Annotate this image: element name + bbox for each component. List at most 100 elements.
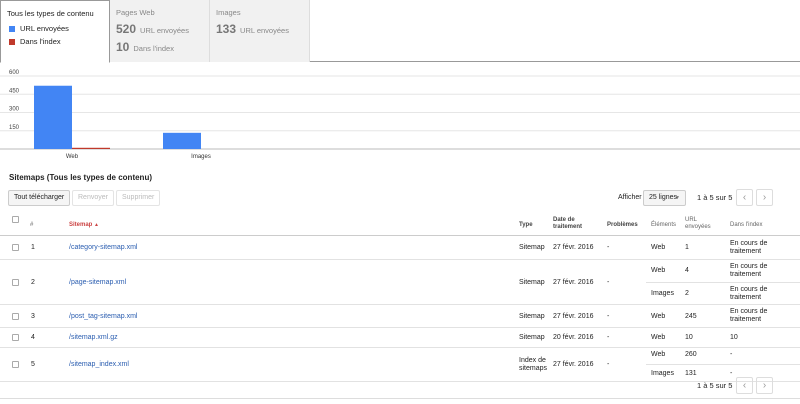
row-in-index: En cours de traitement: [730, 240, 768, 255]
metric-label: URL envoyées: [140, 26, 189, 35]
select-all-checkbox[interactable]: [12, 216, 19, 223]
row-in-index: -: [730, 351, 733, 358]
sub-row-divider: [646, 364, 800, 365]
sitemap-link[interactable]: /post_tag-sitemap.xml: [69, 313, 137, 321]
table-row: 2 /page-sitemap.xml Sitemap 27 févr. 201…: [0, 260, 800, 305]
delete-button[interactable]: Supprimer: [116, 190, 161, 206]
row-type: Sitemap: [519, 334, 545, 341]
next-page-button-bottom[interactable]: ›: [756, 377, 773, 394]
content-type-tabs: Tous les types de contenu URL envoyées D…: [0, 0, 800, 63]
chevron-left-icon: ‹: [742, 192, 747, 203]
chevron-right-icon: ›: [762, 192, 767, 203]
row-checkbox[interactable]: [12, 361, 19, 368]
row-url-sent: 4: [685, 267, 689, 274]
row-url-sent: 260: [685, 351, 697, 358]
legend-swatch-blue: [9, 25, 15, 32]
prev-page-button[interactable]: ‹: [736, 189, 753, 206]
row-checkbox[interactable]: [12, 279, 19, 286]
row-element: Web: [651, 351, 666, 358]
row-type: Index de sitemaps: [519, 357, 548, 372]
metric-value: 10: [116, 40, 130, 54]
images-sent-metric: 133 URL envoyées: [216, 22, 289, 36]
metric-label: Dans l'index: [133, 44, 174, 53]
sitemap-bar-chart: 600 450 300 150 Web Images: [0, 68, 800, 168]
sitemap-link[interactable]: /sitemap_index.xml: [69, 361, 129, 369]
table-row: 5 /sitemap_index.xml Index de sitemaps 2…: [0, 348, 800, 382]
metric-value: 133: [216, 22, 237, 36]
row-checkbox[interactable]: [12, 313, 19, 320]
row-in-index: 10: [730, 334, 738, 341]
show-label: Afficher: [618, 194, 642, 201]
y-tick-label: 450: [9, 88, 20, 94]
tab-web-pages[interactable]: Pages Web 520 URL envoyées 10 Dans l'ind…: [110, 0, 210, 62]
y-tick-label: 300: [9, 107, 20, 113]
legend-label: URL envoyées: [20, 24, 69, 33]
row-url-sent: 131: [685, 370, 697, 377]
chevron-down-icon: ▼: [675, 195, 680, 201]
prev-page-button-bottom[interactable]: ‹: [736, 377, 753, 394]
row-element: Web: [651, 267, 666, 274]
bar-web-index: [72, 147, 110, 149]
row-url-sent: 2: [685, 290, 689, 297]
row-date: 20 févr. 2016: [553, 334, 594, 341]
resend-button[interactable]: Renvoyer: [72, 190, 114, 206]
tab-images-title: Images: [216, 8, 241, 17]
web-index-metric: 10 Dans l'index: [116, 40, 174, 54]
next-page-button[interactable]: ›: [756, 189, 773, 206]
chevron-right-icon: ›: [762, 380, 767, 391]
row-in-index: -: [730, 370, 733, 377]
header-num: #: [30, 222, 34, 228]
row-element: Web: [651, 244, 666, 251]
sort-sitemap-link[interactable]: Sitemap: [69, 222, 92, 228]
tab-web-title: Pages Web: [116, 8, 155, 17]
row-checkbox[interactable]: [12, 244, 19, 251]
table-row: 3 /post_tag-sitemap.xml Sitemap 27 févr.…: [0, 305, 800, 328]
y-tick-label: 150: [9, 125, 20, 131]
x-tick-label: Web: [66, 154, 79, 160]
row-num: 1: [31, 244, 35, 251]
metric-value: 520: [116, 22, 137, 36]
header-date: Date de traitement: [553, 217, 583, 230]
row-num: 2: [31, 279, 35, 286]
row-element: Web: [651, 334, 666, 341]
section-title: Sitemaps (Tous les types de contenu): [9, 173, 152, 182]
sitemap-link[interactable]: /category-sitemap.xml: [69, 244, 137, 252]
table-header: # Sitemap ▲ Type Date de traitement Prob…: [0, 212, 800, 236]
tab-all-title: Tous les types de contenu: [7, 9, 94, 18]
row-element: Images: [651, 290, 674, 297]
row-in-index: En cours de traitement: [730, 286, 768, 301]
legend-url-sent: URL envoyées: [9, 24, 69, 33]
bar-web-sent: [34, 85, 72, 149]
tab-images[interactable]: Images 133 URL envoyées: [210, 0, 310, 62]
row-url-sent: 1: [685, 244, 689, 251]
row-problems: -: [607, 279, 610, 286]
row-element: Web: [651, 313, 666, 320]
table-row: 4 /sitemap.xml.gz Sitemap 20 févr. 2016 …: [0, 328, 800, 348]
row-date: 27 févr. 2016: [553, 244, 594, 251]
row-problems: -: [607, 244, 610, 251]
row-element: Images: [651, 370, 674, 377]
row-num: 4: [31, 334, 35, 341]
legend-in-index: Dans l'index: [9, 37, 61, 46]
row-type: Sitemap: [519, 313, 545, 320]
row-problems: -: [607, 334, 610, 341]
header-problems: Problèmes: [607, 222, 638, 228]
web-sent-metric: 520 URL envoyées: [116, 22, 189, 36]
metric-label: URL envoyées: [240, 26, 289, 35]
table-toolbar: Tout télécharger Renvoyer Supprimer Affi…: [0, 188, 800, 210]
row-num: 3: [31, 313, 35, 320]
row-date: 27 févr. 2016: [553, 279, 594, 286]
sitemap-link[interactable]: /page-sitemap.xml: [69, 279, 126, 287]
row-type: Sitemap: [519, 244, 545, 251]
tab-all-content[interactable]: Tous les types de contenu URL envoyées D…: [0, 0, 110, 63]
pagination-range-bottom: 1 à 5 sur 5: [697, 381, 733, 390]
sitemap-link[interactable]: /sitemap.xml.gz: [69, 334, 118, 342]
row-url-sent: 245: [685, 313, 697, 320]
download-all-button[interactable]: Tout télécharger: [8, 190, 71, 206]
table-row: 1 /category-sitemap.xml Sitemap 27 févr.…: [0, 236, 800, 260]
footer-divider: [0, 398, 800, 399]
header-sitemap[interactable]: Sitemap ▲: [69, 222, 99, 229]
rows-per-page-select[interactable]: 25 lignes ▼: [643, 190, 686, 206]
row-checkbox[interactable]: [12, 334, 19, 341]
chart-svg: 600 450 300 150 Web Images: [0, 70, 800, 160]
